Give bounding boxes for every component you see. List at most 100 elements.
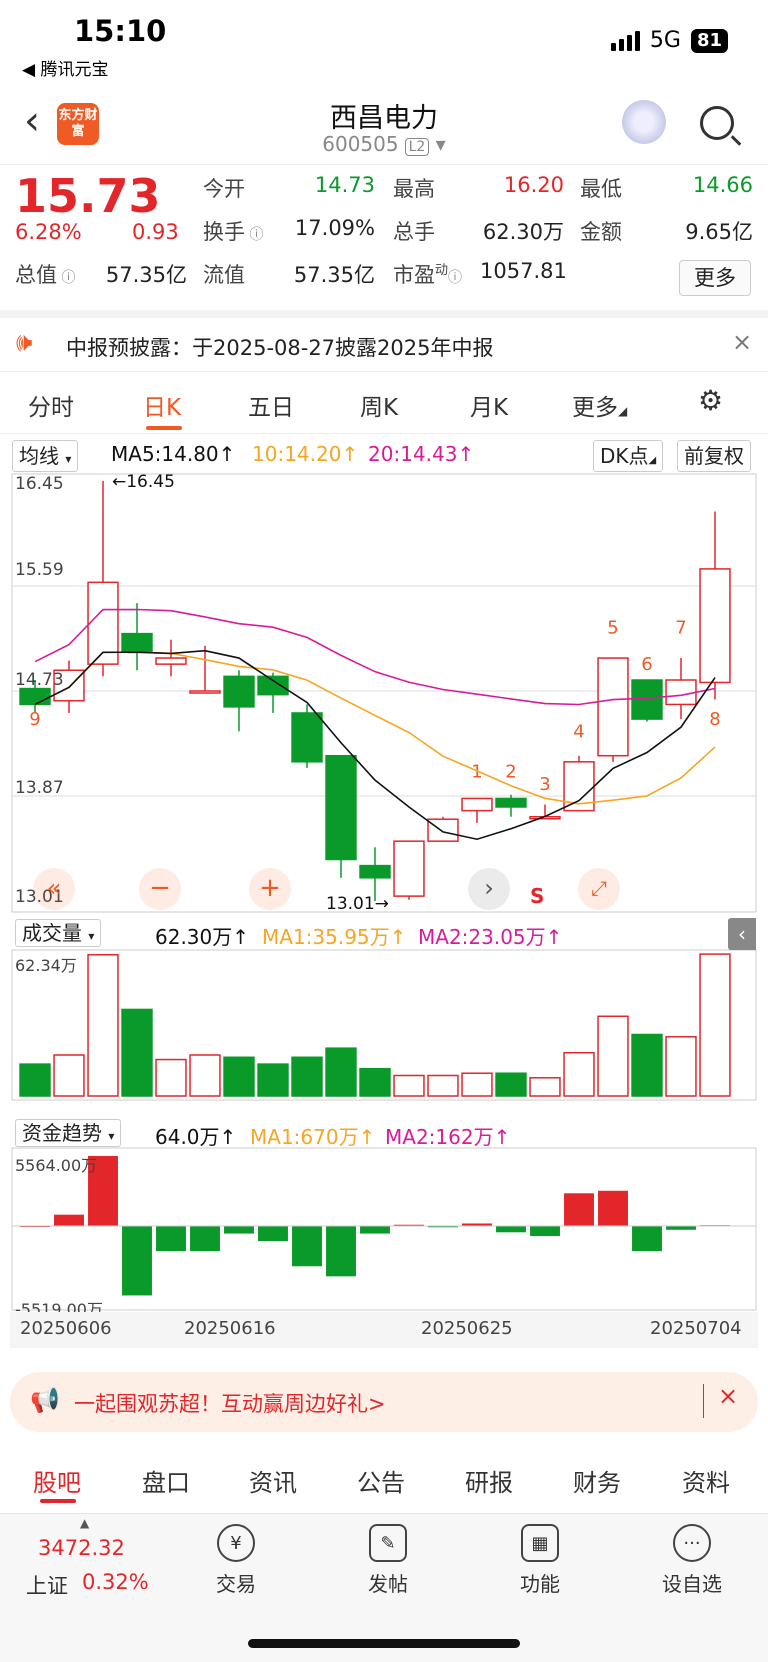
- speaker-icon: 🕪: [16, 328, 33, 358]
- tab-monthly-k[interactable]: 月K: [470, 388, 508, 422]
- tab-news[interactable]: 资讯: [249, 1463, 297, 1498]
- fund-bar: [496, 1226, 526, 1233]
- bottom-tabs: 股吧 盘口 资讯 公告 研报 财务 资料: [0, 1445, 768, 1513]
- float-cap-value: 57.35亿: [293, 263, 375, 287]
- candle-body: [359, 864, 391, 879]
- volume-bar: [223, 1056, 255, 1097]
- promo-banner[interactable]: 📢 一起围观苏超！互动赢周边好礼> ×: [10, 1372, 758, 1432]
- high-value: 16.20: [503, 173, 564, 197]
- tab-announcements[interactable]: 公告: [357, 1463, 405, 1498]
- home-indicator: [248, 1639, 520, 1648]
- trade-button[interactable]: ¥ 交易: [186, 1524, 286, 1597]
- disclosure-notice[interactable]: 🕪 中报预披露：于2025-08-27披露2025年中报 ×: [0, 310, 768, 372]
- next-icon[interactable]: ›: [468, 868, 510, 910]
- fund-value: 64.0万↑: [155, 1125, 237, 1149]
- tab-guba[interactable]: 股吧: [33, 1463, 81, 1498]
- volume-bar: [121, 1008, 153, 1097]
- volume-selector[interactable]: 成交量 ▾: [15, 919, 102, 947]
- change-percent: 6.28%: [15, 220, 82, 244]
- pe-label: 市盈动ⓘ: [393, 263, 463, 287]
- candle-body: [597, 657, 629, 757]
- change-amount: 0.93: [132, 220, 179, 244]
- candle-body: [121, 632, 153, 653]
- tab-intraday[interactable]: 分时: [28, 388, 74, 422]
- more-quote-button[interactable]: 更多: [679, 260, 751, 296]
- volume-top-label: 62.34万: [15, 956, 77, 975]
- fund-bar: [292, 1226, 322, 1267]
- fullscreen-icon[interactable]: ⤢: [578, 868, 620, 910]
- up-caret-icon: ▲: [80, 1516, 90, 1530]
- index-value[interactable]: 3472.32: [38, 1536, 125, 1560]
- signal-number: 7: [675, 618, 686, 639]
- candle-body: [325, 754, 357, 861]
- close-icon[interactable]: ×: [732, 328, 752, 356]
- edit-icon: ✎: [369, 1524, 407, 1562]
- volume-bar: [53, 1054, 85, 1097]
- float-cap-label: 流值: [203, 263, 245, 287]
- market-cap-label: 总值 ⓘ: [15, 263, 76, 287]
- add-watchlist-button[interactable]: ··· 设自选: [642, 1524, 742, 1597]
- status-icons: 5G 81: [610, 28, 728, 53]
- tab-more[interactable]: 更多◢: [572, 388, 627, 422]
- candle-body: [427, 818, 459, 842]
- assistant-robot-icon[interactable]: [622, 100, 666, 144]
- index-percent[interactable]: 0.32%: [82, 1570, 149, 1594]
- functions-button[interactable]: ▦ 功能: [490, 1524, 590, 1597]
- signal-number: 2: [505, 762, 516, 783]
- fund-bar: [564, 1193, 594, 1226]
- fund-bar: [632, 1226, 662, 1252]
- tab-weekly-k[interactable]: 周K: [360, 388, 398, 422]
- footer-bar: ▲ 3472.32 上证 0.32% ¥ 交易 ✎ 发帖 ▦ 功能 ··· 设自选: [0, 1513, 768, 1662]
- date-label: 20250704: [650, 1318, 742, 1339]
- candle-body: [223, 675, 255, 708]
- fund-bar: [360, 1226, 390, 1234]
- banner-text: 一起围观苏超！互动赢周边好礼>: [74, 1392, 386, 1416]
- turnover-value: 17.09%: [294, 216, 375, 240]
- collapse-panel-icon[interactable]: ‹: [728, 918, 756, 950]
- fund-bar: [666, 1226, 696, 1230]
- amount-value: 9.65亿: [685, 220, 753, 244]
- megaphone-icon: 📢: [30, 1386, 60, 1414]
- open-value: 14.73: [314, 173, 375, 197]
- network-type: 5G: [649, 28, 681, 53]
- index-name[interactable]: 上证: [26, 1570, 68, 1600]
- volume-bar: [495, 1072, 527, 1097]
- pe-value: 1057.81: [480, 259, 567, 283]
- tab-research[interactable]: 研报: [465, 1463, 513, 1498]
- volume-bar: [461, 1072, 493, 1097]
- tab-five-day[interactable]: 五日: [248, 388, 294, 422]
- tab-finance[interactable]: 财务: [573, 1463, 621, 1498]
- fund-bar: [122, 1226, 152, 1296]
- volume-bar: [631, 1033, 663, 1097]
- scroll-left-icon[interactable]: «: [33, 868, 75, 910]
- tab-profile[interactable]: 资料: [682, 1463, 730, 1498]
- date-label: 20250625: [421, 1318, 513, 1339]
- volume-bar: [393, 1074, 425, 1097]
- candle-body: [19, 687, 51, 706]
- candle-body: [257, 675, 289, 696]
- fund-bar: [156, 1226, 186, 1252]
- tab-pankou[interactable]: 盘口: [142, 1463, 190, 1498]
- signal-number: 5: [607, 618, 618, 639]
- fund-top-label: 5564.00万: [15, 1156, 98, 1175]
- zoom-out-icon[interactable]: −: [139, 868, 181, 910]
- banner-divider: [703, 1384, 704, 1418]
- banner-close-icon[interactable]: ×: [718, 1382, 738, 1410]
- volume-bar: [155, 1058, 187, 1097]
- volume-bar: [427, 1074, 459, 1097]
- tab-daily-k[interactable]: 日K: [143, 388, 181, 422]
- candle-body: [495, 797, 527, 808]
- date-label: 20250616: [184, 1318, 276, 1339]
- settings-gear-icon[interactable]: ⚙: [698, 384, 723, 417]
- candle-body: [699, 568, 731, 684]
- back-to-app-link[interactable]: ◀ 腾讯元宝: [22, 55, 108, 80]
- signal-number: 3: [539, 774, 550, 795]
- fund-bar: [54, 1214, 84, 1226]
- fund-trend-selector[interactable]: 资金趋势 ▾: [15, 1119, 122, 1147]
- search-icon[interactable]: [700, 106, 734, 140]
- volume-ma2: MA2:23.05万↑: [418, 925, 563, 949]
- post-button[interactable]: ✎ 发帖: [338, 1524, 438, 1597]
- zoom-in-icon[interactable]: +: [249, 868, 291, 910]
- candle-body: [665, 679, 697, 706]
- volume-bar: [563, 1051, 595, 1097]
